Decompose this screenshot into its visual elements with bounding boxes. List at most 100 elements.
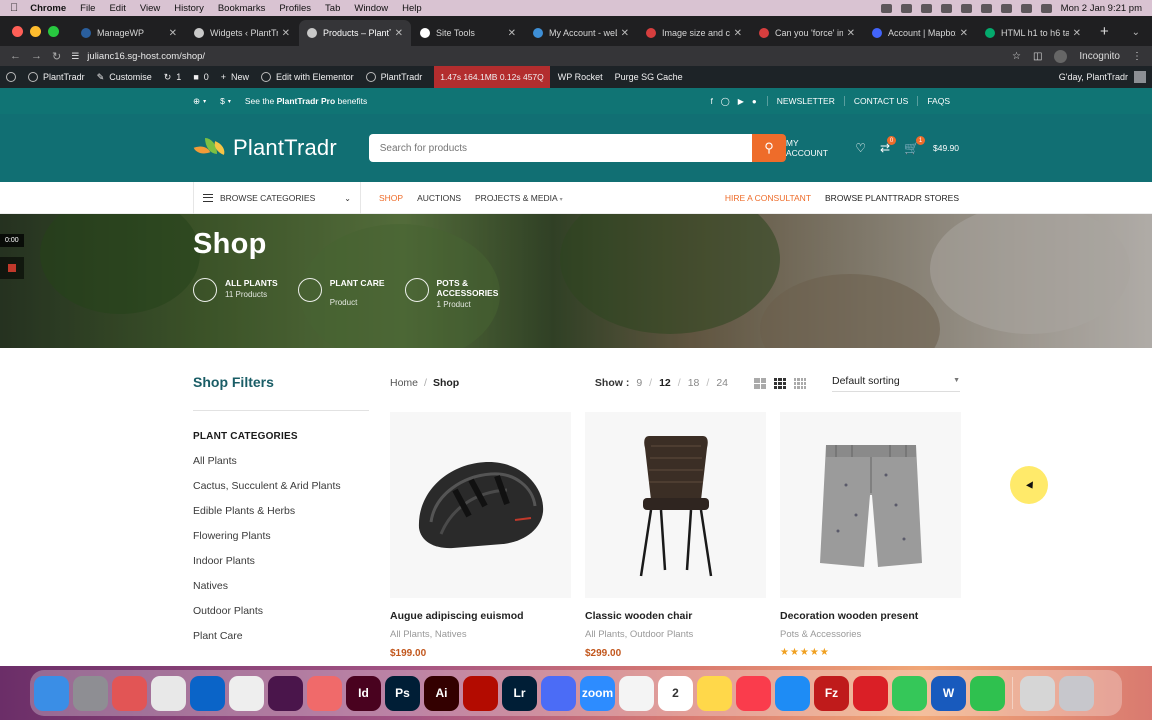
close-tab-icon[interactable]: ✕ [847,28,855,39]
search-icon[interactable] [1020,3,1032,13]
menubar-edit[interactable]: Edit [109,3,125,14]
dock-app-messages-icon[interactable] [892,675,927,711]
product-image[interactable] [585,412,766,598]
dock-app-filezilla-icon[interactable]: Fz [814,675,849,711]
pro-benefits-link[interactable]: See the PlantTradr Pro benefits [245,96,367,106]
dock-app-documents-icon[interactable] [1020,675,1055,711]
faqs-link[interactable]: FAQS [917,96,959,106]
menubar-file[interactable]: File [80,3,95,14]
menubar-profiles[interactable]: Profiles [279,3,311,14]
dock-app-zoom-settings-icon[interactable] [541,675,576,711]
sidebar-category-link[interactable]: Plant Care [193,629,369,643]
my-account-link[interactable]: MY ACCOUNT [786,138,841,158]
back-icon[interactable]: ← [10,50,21,62]
close-tab-icon[interactable]: ✕ [621,28,629,39]
hero-cat-all-plants[interactable]: ALL PLANTS 11 Products [193,278,278,309]
profile-label[interactable]: Incognito [1079,51,1120,62]
compare-icon[interactable]: ⇄ 0 [880,136,897,155]
hero-cat-pots-accessories[interactable]: POTS & ACCESSORIES 1 Product [404,278,501,309]
browser-tab[interactable]: ManageWP ✕ [73,20,185,46]
dock-app-chrome-icon[interactable] [229,675,264,711]
dock-app-launchpad-icon[interactable] [112,675,147,711]
forward-icon[interactable]: → [31,50,42,62]
per-page-18[interactable]: 18 [688,377,700,389]
dock-app-finder-icon[interactable] [34,675,69,711]
dock-app-photos-icon[interactable] [619,675,654,711]
search-box[interactable] [368,134,753,162]
browser-tab[interactable]: Image size and co ✕ [638,20,750,46]
dock-app-lightroom-icon[interactable]: Lr [502,675,537,711]
url-text[interactable]: julianc16.sg-host.com/shop/ [87,51,205,62]
currency-select[interactable]: $ ▾ [220,96,231,106]
browser-tab[interactable]: Widgets ‹ PlantTra ✕ [186,20,298,46]
query-monitor-item[interactable]: 1.47s 164.1MB 0.12s 457Q [434,66,550,88]
grid-3-icon[interactable] [774,377,786,389]
site-info-icon[interactable]: ☰ [71,51,79,62]
browse-categories-button[interactable]: BROWSE CATEGORIES ⌄ [193,182,361,214]
tab-search-icon[interactable]: ⌄ [1120,27,1152,46]
hire-consultant-link[interactable]: HIRE A CONSULTANT [725,193,811,203]
product-category-link[interactable]: All Plants [585,629,625,640]
nav-auctions[interactable]: AUCTIONS [417,193,461,203]
hero-cat-plant-care[interactable]: PLANT CARE Product [297,278,385,309]
wp-new-item[interactable]: + New [221,72,249,82]
wp-site-item[interactable]: PlantTradr [28,72,85,82]
more-menu-icon[interactable]: ⋮ [1132,51,1142,62]
menubar-help[interactable]: Help [402,3,422,14]
apple-icon[interactable]:  [10,2,18,14]
dock-app-facetime-icon[interactable] [970,675,1005,711]
reload-icon[interactable]: ↻ [52,50,61,63]
youtube-icon[interactable]: ▶ [738,97,744,106]
dock-app-illustrator-icon[interactable]: Ai [424,675,459,711]
wp-account-item[interactable]: G'day, PlantTradr [1059,71,1146,83]
sidebar-category-link[interactable]: Outdoor Plants [193,604,369,618]
close-tab-icon[interactable]: ✕ [282,28,290,39]
status-icon[interactable] [920,3,932,13]
per-page-9[interactable]: 9 [636,377,642,389]
close-window-button[interactable] [12,25,23,37]
nav-shop[interactable]: SHOP [379,193,403,203]
cart-icon[interactable]: 🛒 1 [904,136,925,155]
browser-tab[interactable]: HTML h1 to h6 tag ✕ [977,20,1089,46]
sidebar-category-link[interactable]: All Plants [193,454,369,468]
dock-app-slack-icon[interactable] [268,675,303,711]
language-select[interactable]: ⊕ ▾ [193,96,206,107]
browser-tab[interactable]: My Account - weDi ✕ [525,20,637,46]
per-page-12[interactable]: 12 [659,377,671,389]
menubar-tab[interactable]: Tab [325,3,340,14]
product-name[interactable]: Decoration wooden present [780,610,961,622]
cart-total[interactable]: $49.90 [933,143,959,153]
wp-plugin-item[interactable]: PlantTradr [365,72,422,82]
minimize-window-button[interactable] [30,25,41,37]
dock-app-word-icon[interactable]: W [931,675,966,711]
product-name[interactable]: Classic wooden chair [585,610,766,622]
dock-app-music-icon[interactable] [736,675,771,711]
wifi-icon[interactable] [1000,3,1012,13]
close-tab-icon[interactable]: ✕ [734,28,742,39]
grid-2-icon[interactable] [754,377,766,389]
sidebar-category-link[interactable]: Edible Plants & Herbs [193,504,369,518]
sorting-select[interactable]: Default sorting ▼ [832,375,960,392]
menubar-history[interactable]: History [174,3,204,14]
grid-4-icon[interactable] [794,377,806,389]
sidebar-category-link[interactable]: Flowering Plants [193,529,369,543]
browser-tab[interactable]: Site Tools ✕ [412,20,524,46]
wp-elementor-item[interactable]: Edit with Elementor [261,72,354,82]
dock-app-outlook-icon[interactable] [190,675,225,711]
menubar-window[interactable]: Window [354,3,388,14]
facebook-icon[interactable]: f [711,97,713,106]
menubar-app[interactable]: Chrome [30,3,66,14]
contact-link[interactable]: CONTACT US [843,96,917,106]
browse-stores-link[interactable]: BROWSE PLANTTRADR STORES [825,193,959,203]
close-tab-icon[interactable]: ✕ [1073,28,1081,39]
control-center-icon[interactable] [1040,3,1052,13]
purge-cache-item[interactable]: Purge SG Cache [615,72,683,82]
menubar-clock[interactable]: Mon 2 Jan 9:21 pm [1061,3,1142,14]
site-logo[interactable]: PlantTradr [193,135,368,161]
instagram-icon[interactable]: ◯ [721,97,730,106]
zoom-window-button[interactable] [48,25,59,37]
wp-rocket-item[interactable]: WP Rocket [558,72,603,82]
product-category-link[interactable]: Pots & Accessories [780,629,861,640]
dock-app-notes-icon[interactable] [697,675,732,711]
per-page-24[interactable]: 24 [716,377,728,389]
